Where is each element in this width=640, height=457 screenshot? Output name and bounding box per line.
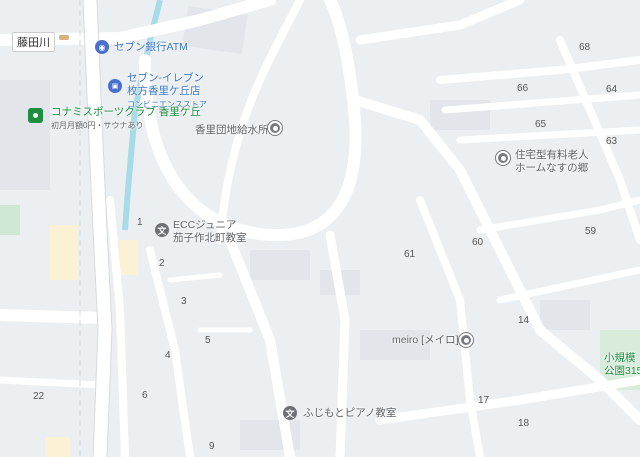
- place-icon[interactable]: [268, 121, 282, 135]
- poi-name: セブン-イレブン: [127, 72, 204, 84]
- poi-meiro-label[interactable]: meiro [メイロ]: [392, 334, 459, 347]
- poi-name: 小規模: [604, 352, 636, 364]
- gym-icon[interactable]: [28, 108, 43, 123]
- poi-name: ふじもとピアノ教室: [303, 407, 397, 419]
- poi-name-line2: 茄子作北町教室: [173, 232, 247, 244]
- poi-name: セブン銀行ATM: [114, 41, 188, 53]
- poi-name: 住宅型有料老人: [515, 149, 589, 161]
- poi-name: コナミスポーツクラブ 香里ケ丘: [51, 106, 201, 118]
- poi-water-station-label[interactable]: 香里団地給水所: [195, 124, 269, 137]
- block-number: 59: [585, 226, 597, 237]
- map-base-layer: [0, 0, 640, 457]
- poi-name: 香里団地給水所: [195, 124, 269, 136]
- poi-name-line2: ホームなすの郷: [515, 162, 589, 174]
- school-icon[interactable]: 文: [155, 223, 169, 237]
- poi-piano-label[interactable]: ふじもとピアノ教室: [303, 407, 396, 420]
- poi-konami-label[interactable]: コナミスポーツクラブ 香里ケ丘 初月月額0円・サウナあり: [51, 106, 201, 132]
- bank-icon[interactable]: ◉: [95, 40, 109, 54]
- poi-name-line2: 枚方香里ケ丘店: [127, 85, 201, 97]
- block-number: 1: [137, 217, 143, 228]
- block-number: 14: [518, 315, 530, 326]
- school-icon[interactable]: 文: [283, 406, 297, 420]
- block-number: 60: [472, 237, 484, 248]
- block-number: 6: [142, 390, 148, 401]
- station-label[interactable]: 藤田川: [12, 32, 55, 52]
- poi-ecc-label[interactable]: ECCジュニア 茄子作北町教室: [173, 219, 247, 245]
- place-icon[interactable]: [496, 151, 510, 165]
- block-number: 63: [606, 136, 618, 147]
- block-number: 65: [535, 119, 547, 130]
- block-number: 18: [518, 418, 530, 429]
- block-number: 68: [579, 42, 591, 53]
- railway-marker: [59, 35, 69, 40]
- block-number: 66: [517, 83, 529, 94]
- convenience-store-icon[interactable]: ▣: [108, 79, 122, 93]
- block-number: 9: [209, 441, 215, 452]
- block-number: 3: [181, 296, 187, 307]
- poi-park-label[interactable]: 小規模 公園315: [604, 352, 640, 378]
- station-name: 藤田川: [17, 37, 50, 49]
- poi-name: meiro [メイロ]: [392, 334, 459, 346]
- place-icon[interactable]: [459, 333, 473, 347]
- map-canvas[interactable]: 藤田川 ◉ セブン銀行ATM ▣ セブン-イレブン 枚方香里ケ丘店 コンビニエン…: [0, 0, 640, 457]
- block-number: 64: [606, 84, 618, 95]
- block-number: 4: [165, 350, 171, 361]
- poi-name-line2: 公園315: [604, 365, 640, 377]
- block-number: 22: [33, 391, 45, 402]
- block-number: 5: [205, 335, 211, 346]
- block-number: 17: [478, 395, 490, 406]
- poi-name: ECCジュニア: [173, 219, 237, 231]
- poi-subtitle: 初月月額0円・サウナあり: [51, 121, 144, 130]
- block-number: 61: [404, 249, 416, 260]
- block-number: 2: [159, 258, 165, 269]
- poi-seven-bank-label[interactable]: セブン銀行ATM: [114, 41, 188, 54]
- poi-nursing-home-label[interactable]: 住宅型有料老人 ホームなすの郷: [515, 149, 589, 175]
